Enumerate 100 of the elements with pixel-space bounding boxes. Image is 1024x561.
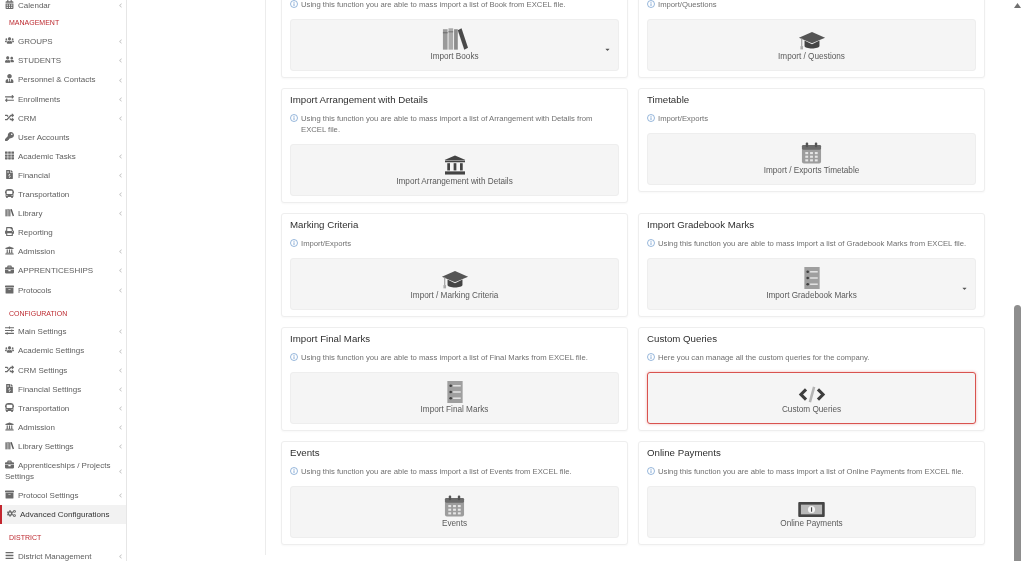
card-title: Custom Queries: [647, 332, 717, 345]
action-button[interactable]: Import Arrangement with Details: [290, 144, 619, 196]
key-icon: [5, 131, 14, 141]
info-icon: [647, 353, 655, 361]
sidebar-item[interactable]: Calendar: [0, 0, 126, 16]
chevron-icon: [118, 77, 123, 83]
chevron-icon: [118, 468, 123, 474]
scroll-up-arrow-icon[interactable]: [1014, 3, 1021, 8]
checklist-icon: [803, 267, 820, 289]
card-title: Import Final Marks: [290, 332, 371, 345]
chevron-icon: [118, 287, 123, 293]
card-title: Online Payments: [647, 446, 721, 459]
building-icon: [443, 155, 466, 175]
sidebar-item[interactable]: CRM Settings: [0, 360, 126, 380]
action-button[interactable]: Import Final Marks: [290, 372, 619, 424]
chevron-icon: [118, 96, 123, 102]
info-icon: [290, 0, 298, 8]
printer-icon: [5, 227, 14, 237]
action-button[interactable]: Import Books: [290, 19, 619, 71]
person-icon: [5, 74, 14, 84]
calendar-icon: [5, 0, 14, 9]
chevron-icon: [118, 39, 123, 45]
chevron-icon: [118, 348, 123, 354]
info-icon: [647, 239, 655, 247]
sidebar-item[interactable]: Library Settings: [0, 436, 126, 457]
invoice-icon: [5, 383, 14, 393]
info-icon: [647, 467, 655, 475]
chevron-icon: [118, 405, 123, 411]
building-icon: [5, 246, 14, 256]
scrollbar-thumb[interactable]: [1014, 305, 1021, 561]
archive-box-icon: [5, 490, 14, 500]
chevron-icon: [118, 386, 123, 392]
action-button[interactable]: Import / Exports Timetable: [647, 133, 976, 185]
action-button[interactable]: Events: [290, 486, 619, 538]
chevron-icon: [118, 3, 123, 9]
sidebar-item[interactable]: Transportation: [0, 398, 126, 418]
sidebar-item[interactable]: Personnel & Contacts: [0, 70, 126, 90]
sidebar-item[interactable]: Academic Settings: [0, 341, 126, 361]
chevron-icon: [118, 211, 123, 217]
shuffle-icon: [5, 112, 14, 122]
action-button[interactable]: Import / Marking Criteria: [290, 258, 619, 310]
sidebar-item[interactable]: Transportation: [0, 185, 126, 205]
arrows-icon: [5, 93, 14, 103]
action-button[interactable]: Import / Questions: [647, 19, 976, 71]
bus-icon: [5, 402, 14, 412]
info-icon: [290, 239, 298, 247]
info-icon: [647, 0, 655, 8]
chevron-icon: [118, 173, 123, 178]
info-icon: [290, 467, 298, 475]
sidebar-item[interactable]: Advanced Configurations: [0, 505, 126, 525]
chevron-icon: [118, 424, 123, 430]
chevron-icon: [118, 268, 123, 274]
sidebar-item[interactable]: Admission: [0, 242, 126, 262]
graduation-cap-icon: [797, 31, 826, 50]
card-title: Import Gradebook Marks: [647, 218, 755, 231]
action-button[interactable]: Custom Queries: [647, 372, 976, 424]
calendar-icon: [801, 142, 822, 164]
info-icon: [290, 114, 298, 122]
info-icon: [647, 114, 655, 122]
sidebar-item[interactable]: CRM: [0, 108, 126, 128]
chevron-icon: [118, 58, 123, 64]
sidebar-item[interactable]: Protocols: [0, 280, 126, 300]
sidebar-item[interactable]: User Accounts: [0, 127, 126, 147]
sidebar-item[interactable]: Financial: [0, 165, 126, 186]
action-button[interactable]: Import Gradebook Marks: [647, 258, 976, 310]
card-title: Timetable: [647, 93, 690, 106]
grid-icon: [5, 150, 14, 160]
chevron-icon: [118, 192, 123, 198]
sidebar-item[interactable]: Reporting: [0, 223, 126, 243]
gears-icon: [7, 509, 16, 519]
briefcase-icon: [5, 460, 14, 470]
chevron-icon: [118, 115, 123, 121]
sidebar-item[interactable]: District Management: [0, 547, 126, 561]
bus-icon: [5, 189, 14, 199]
chevron-icon: [118, 367, 123, 373]
sliders-icon: [5, 326, 14, 336]
sidebar-item[interactable]: APPRENTICESHIPS: [0, 261, 126, 281]
sidebar-item[interactable]: STUDENTS: [0, 51, 126, 71]
graduation-cap-icon: [440, 270, 469, 289]
people-icon: [5, 345, 14, 355]
card-title: Marking Criteria: [290, 218, 359, 231]
checklist-icon: [446, 381, 463, 403]
sidebar-item[interactable]: Academic Tasks: [0, 146, 126, 166]
sidebar-item[interactable]: Admission: [0, 417, 126, 437]
books-icon: [5, 440, 14, 450]
sidebar-item[interactable]: Financial Settings: [0, 379, 126, 399]
sidebar-item[interactable]: Protocol Settings: [0, 486, 126, 506]
sidebar-item[interactable]: Apprenticeships / Projects Settings: [0, 456, 126, 487]
chevron-icon: [118, 493, 123, 499]
sidebar-item[interactable]: GROUPS: [0, 32, 126, 52]
sidebar-item[interactable]: Enrollments: [0, 89, 126, 109]
menu-icon: [5, 551, 14, 561]
banknote-icon: [798, 502, 825, 517]
books-icon: [5, 208, 14, 218]
sidebar-item[interactable]: Main Settings: [0, 322, 126, 342]
building-icon: [5, 421, 14, 431]
people-icon: [5, 36, 14, 46]
action-button[interactable]: Online Payments: [647, 486, 976, 538]
chevron-icon: [118, 444, 123, 449]
sidebar-item[interactable]: Library: [0, 204, 126, 224]
